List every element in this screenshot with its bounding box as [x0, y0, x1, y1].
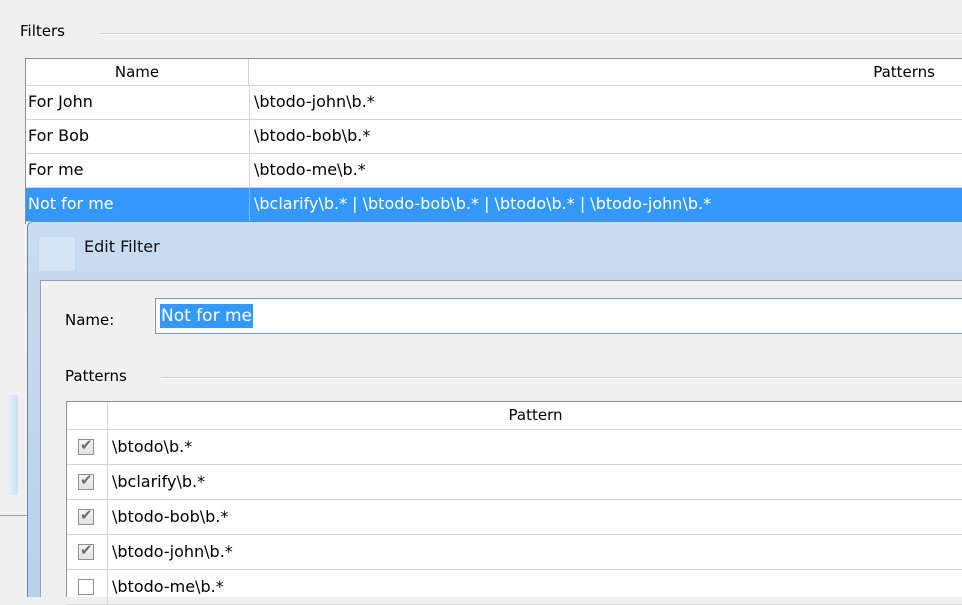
pattern-enabled-cell: ✔: [67, 430, 108, 464]
filter-patterns-cell: \btodo-me\b.*: [249, 154, 962, 187]
pattern-text-cell: \btodo-me\b.*: [112, 577, 224, 596]
checkmark-icon: ✔: [80, 471, 93, 489]
filter-name-cell: For John: [28, 92, 93, 111]
pattern-text-cell: \btodo-bob\b.*: [112, 507, 229, 526]
pattern-row[interactable]: ✔ \btodo\b.*: [67, 430, 962, 465]
patterns-table-header: Pattern: [67, 402, 962, 430]
filters-group-title: Filters: [20, 22, 65, 40]
column-header-pattern[interactable]: Pattern: [108, 402, 962, 429]
filters-group-divider: [100, 33, 962, 35]
pattern-row[interactable]: ✔ \btodo-john\b.*: [67, 535, 962, 570]
filter-name-cell: Not for me: [28, 194, 114, 213]
filter-patterns-cell: \btodo-john\b.*: [249, 86, 962, 119]
pattern-text-cell: \btodo\b.*: [112, 437, 193, 456]
filters-table[interactable]: Name Patterns For John \btodo-john\b.* For…: [25, 58, 962, 224]
pattern-enabled-checkbox[interactable]: [78, 579, 94, 595]
pattern-text-cell: \btodo-john\b.*: [112, 542, 233, 561]
pattern-row[interactable]: ✔ \btodo-bob\b.*: [67, 500, 962, 535]
dialog-app-icon: [38, 236, 76, 272]
filter-name-cell: For Bob: [28, 126, 90, 145]
pattern-enabled-checkbox[interactable]: ✔: [78, 506, 94, 525]
pattern-enabled-cell: ✔: [67, 535, 108, 569]
pattern-enabled-cell: ✔: [67, 465, 108, 499]
filter-row[interactable]: For John \btodo-john\b.*: [26, 86, 962, 120]
filters-table-header: Name Patterns: [26, 59, 962, 86]
pattern-text-cell: \bclarify\b.*: [112, 472, 206, 491]
column-header-name[interactable]: Name: [26, 59, 249, 85]
patterns-table[interactable]: Pattern ✔ \btodo\b.* ✔ \bclarify\b.* ✔ \btodo…: [66, 401, 962, 605]
pattern-enabled-cell: [67, 570, 108, 604]
edit-filter-dialog: Edit Filter Name: Not for me Patterns Pa…: [27, 221, 962, 605]
pattern-enabled-checkbox[interactable]: ✔: [78, 436, 94, 455]
checkmark-icon: ✔: [80, 436, 93, 454]
left-divider: [0, 515, 27, 516]
filter-patterns-cell: \bclarify\b.* | \btodo-bob\b.* | \btodo\…: [249, 188, 962, 221]
checkmark-icon: ✔: [80, 506, 93, 524]
filter-row[interactable]: For me \btodo-me\b.*: [26, 154, 962, 188]
pattern-enabled-checkbox[interactable]: ✔: [78, 471, 94, 490]
checkmark-icon: ✔: [80, 541, 93, 559]
filter-patterns-cell: \btodo-bob\b.*: [249, 120, 962, 153]
name-label: Name:: [65, 311, 115, 329]
pattern-row[interactable]: \btodo-me\b.*: [67, 570, 962, 605]
patterns-group-title: Patterns: [65, 367, 127, 385]
column-header-patterns[interactable]: Patterns: [249, 59, 962, 85]
patterns-group-divider: [161, 377, 962, 379]
filter-row[interactable]: For Bob \btodo-bob\b.*: [26, 120, 962, 154]
pattern-row[interactable]: ✔ \bclarify\b.*: [67, 465, 962, 500]
pattern-enabled-checkbox[interactable]: ✔: [78, 541, 94, 560]
filter-name-cell: For me: [28, 160, 84, 179]
side-strip: [8, 395, 18, 495]
column-header-enabled[interactable]: [67, 402, 108, 429]
dialog-body: Name: Not for me Patterns Pattern ✔ \btod…: [40, 280, 962, 605]
filter-row[interactable]: Not for me \bclarify\b.* | \btodo-bob\b.*…: [26, 188, 962, 222]
dialog-title: Edit Filter: [84, 237, 160, 256]
pattern-enabled-cell: ✔: [67, 500, 108, 534]
name-input-selected-text: Not for me: [160, 304, 253, 328]
name-input[interactable]: Not for me: [155, 298, 962, 334]
